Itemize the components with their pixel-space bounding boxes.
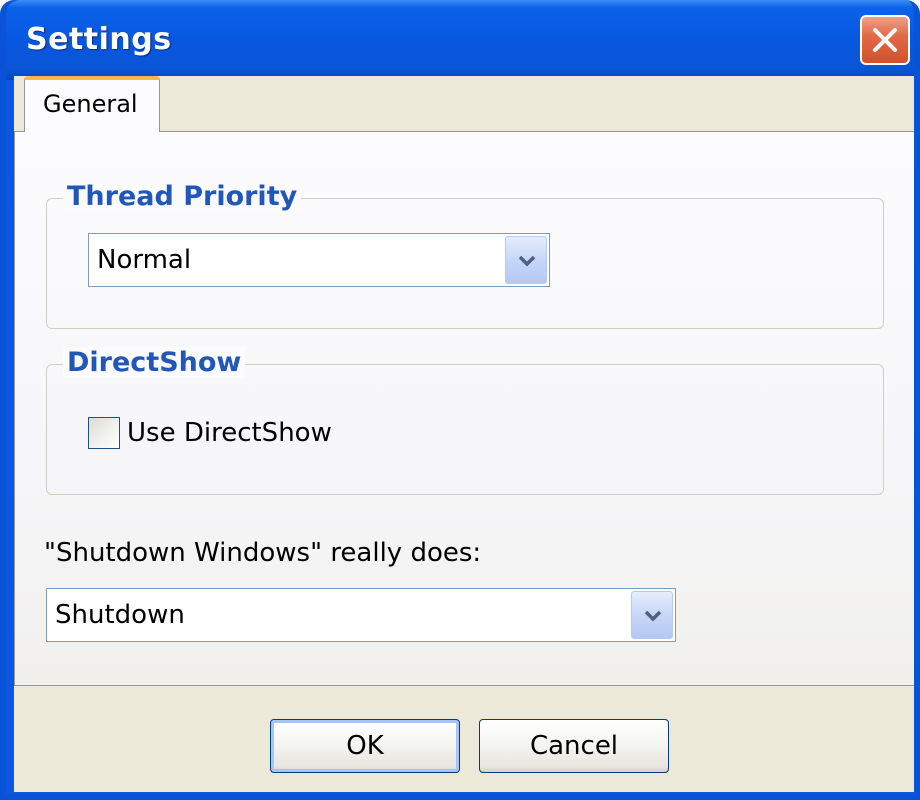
thread-priority-value: Normal xyxy=(97,245,192,275)
title-bar[interactable]: Settings xyxy=(6,0,914,80)
shutdown-value: Shutdown xyxy=(55,600,185,630)
shutdown-dropdown-button[interactable] xyxy=(631,591,673,639)
tab-panel-general: Thread Priority Normal DirectShow Use Di… xyxy=(14,131,914,686)
close-icon xyxy=(873,28,897,52)
ok-button[interactable]: OK xyxy=(270,719,460,773)
dialog-client-area: General Thread Priority Normal DirectSho… xyxy=(14,76,914,792)
directshow-legend: DirectShow xyxy=(63,347,246,378)
settings-dialog: Settings General Thread Priority Normal xyxy=(0,0,920,800)
cancel-button[interactable]: Cancel xyxy=(479,719,669,773)
tab-general[interactable]: General xyxy=(24,76,160,132)
chevron-down-icon xyxy=(518,255,536,267)
tab-general-label: General xyxy=(43,90,138,118)
shutdown-select[interactable]: Shutdown xyxy=(46,588,676,642)
thread-priority-select[interactable]: Normal xyxy=(88,233,550,287)
close-button[interactable] xyxy=(860,15,910,65)
use-directshow-checkbox[interactable] xyxy=(88,417,120,449)
thread-priority-dropdown-button[interactable] xyxy=(505,236,547,284)
shutdown-label: "Shutdown Windows" really does: xyxy=(44,538,482,568)
window-title: Settings xyxy=(26,22,172,57)
chevron-down-icon xyxy=(644,610,662,622)
use-directshow-label[interactable]: Use DirectShow xyxy=(127,418,332,448)
thread-priority-legend: Thread Priority xyxy=(63,181,302,212)
